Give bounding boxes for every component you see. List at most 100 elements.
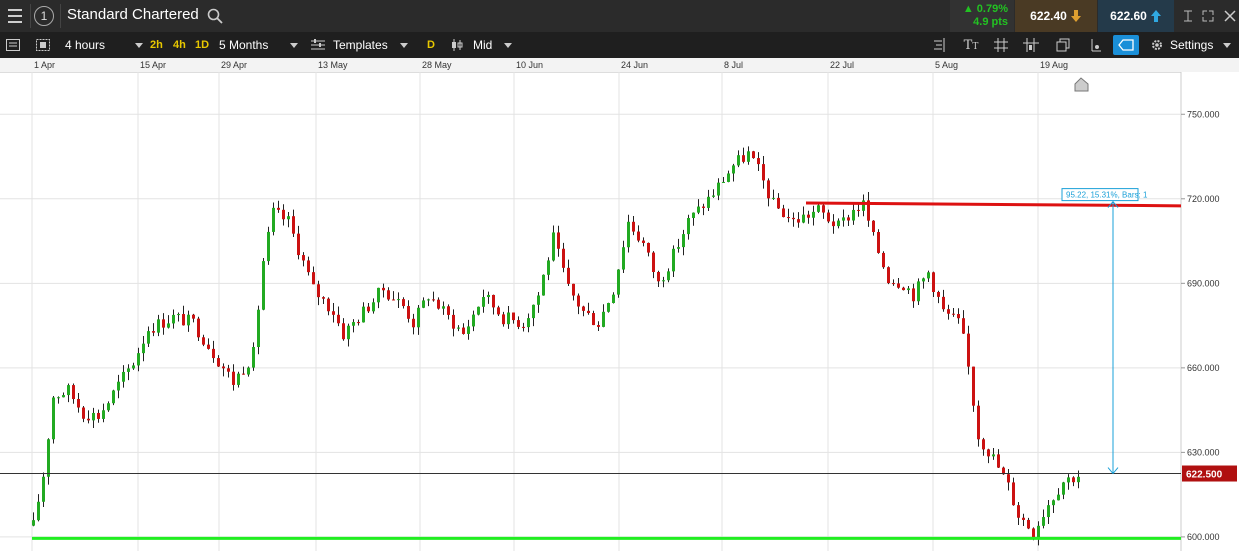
candle-body (507, 312, 510, 325)
date-axis: 1 Apr 15 Apr 29 Apr 13 May 28 May 10 Jun 24 Ju… (0, 58, 1239, 73)
candle-body (1052, 500, 1055, 506)
price-type-dropdown[interactable]: Mid (451, 35, 513, 55)
candle-body (947, 309, 950, 314)
candle-body (292, 216, 295, 234)
candle-body (322, 297, 325, 299)
candle-body (487, 294, 490, 298)
buy-button[interactable]: 622.60 (1098, 0, 1174, 32)
candle-body (142, 343, 145, 354)
y-tick-label: 720.000 (1187, 194, 1220, 204)
candle-body (132, 365, 135, 369)
candle-body (532, 304, 535, 319)
gear-icon (1152, 40, 1162, 50)
candle-body (822, 205, 825, 213)
candle-body (537, 295, 540, 305)
candle-body (262, 261, 265, 310)
sell-button[interactable]: 622.40 (1015, 0, 1097, 32)
change-percent: ▲ 0.79% (962, 3, 1008, 15)
candle-body (612, 294, 615, 304)
expand-icon[interactable] (1200, 6, 1216, 26)
candle-body (272, 207, 275, 232)
candle-icon (452, 39, 463, 51)
candle-body (1027, 519, 1030, 529)
quick-2h-button[interactable]: 2h (150, 35, 163, 55)
candle-body (852, 209, 855, 221)
candle-body (712, 195, 715, 197)
text-icon[interactable]: TT (960, 35, 982, 55)
candle-body (617, 269, 620, 295)
candle-body (727, 173, 730, 182)
grid-icon[interactable] (990, 35, 1012, 55)
candle-body (157, 319, 160, 333)
candle-body (527, 318, 530, 328)
range-dropdown[interactable]: 5 Months (219, 35, 299, 55)
candle-body (967, 333, 970, 367)
candle-body (887, 267, 890, 284)
search-icon[interactable] (206, 7, 224, 25)
x-tick-label: 8 Jul (724, 60, 744, 70)
settings-button[interactable]: Settings (1150, 35, 1232, 55)
settings-label: Settings (1170, 38, 1214, 52)
candle-body (572, 283, 575, 296)
candle-body (632, 221, 635, 232)
candle-body (997, 454, 1000, 468)
candle-body (827, 212, 830, 222)
candle-body (1077, 476, 1080, 483)
candle-body (297, 233, 300, 256)
quick-4h-button[interactable]: 4h (173, 35, 186, 55)
candle-body (372, 302, 375, 312)
candle-body (1057, 494, 1060, 501)
candle-body (747, 151, 750, 162)
candle-body (122, 371, 125, 382)
candle-body (347, 325, 350, 340)
templates-dropdown[interactable]: Templates (311, 35, 408, 55)
candle-body (472, 314, 475, 327)
candle-body (882, 252, 885, 268)
candle-body (167, 323, 170, 328)
candle-body (682, 234, 685, 248)
chevron-down-icon (399, 42, 408, 48)
candle-body (837, 220, 840, 227)
candle-body (47, 439, 50, 477)
candle-body (992, 454, 995, 457)
down-arrow-icon (1070, 10, 1081, 22)
candle-body (327, 298, 330, 312)
candle-body (842, 217, 845, 221)
candle-body (352, 322, 355, 326)
candle-body (847, 217, 850, 221)
candle-body (337, 314, 340, 324)
quick-1d-button[interactable]: 1D (195, 35, 209, 55)
price-chart[interactable]: 750.000 720.000 690.000 660.000 630.000 600.0… (0, 72, 1239, 551)
up-arrow-icon (1150, 10, 1161, 22)
candle-body (897, 283, 900, 288)
list-icon[interactable] (2, 35, 24, 55)
candle-body (397, 299, 400, 301)
layout-icon[interactable] (32, 35, 54, 55)
candle-body (492, 294, 495, 308)
close-icon[interactable] (1222, 6, 1238, 26)
indicator-icon[interactable] (1084, 35, 1106, 55)
d-badge[interactable]: D (427, 35, 435, 55)
candle-body (232, 371, 235, 385)
candle-body (642, 240, 645, 243)
info-icon[interactable]: 1 (34, 6, 54, 26)
crosshair-grid-icon[interactable] (1020, 35, 1042, 55)
candle-body (82, 407, 85, 419)
candle-body (652, 252, 655, 273)
interval-dropdown[interactable]: 4 hours (65, 35, 144, 55)
copy-icon[interactable] (1052, 35, 1074, 55)
candle-body (502, 314, 505, 325)
price-scale-icon[interactable] (928, 35, 950, 55)
tag-icon[interactable] (1113, 35, 1139, 55)
x-tick-label: 29 Apr (221, 60, 248, 70)
candle-body (807, 214, 810, 218)
candle-body (962, 318, 965, 334)
menu-icon[interactable] (0, 0, 30, 32)
candle-body (1017, 505, 1020, 518)
candle-body (252, 347, 255, 368)
candle-body (412, 318, 415, 328)
minimize-icon[interactable] (1180, 6, 1196, 26)
y-tick-label: 630.000 (1187, 447, 1220, 457)
candle-body (797, 219, 800, 223)
candle-body (637, 231, 640, 241)
